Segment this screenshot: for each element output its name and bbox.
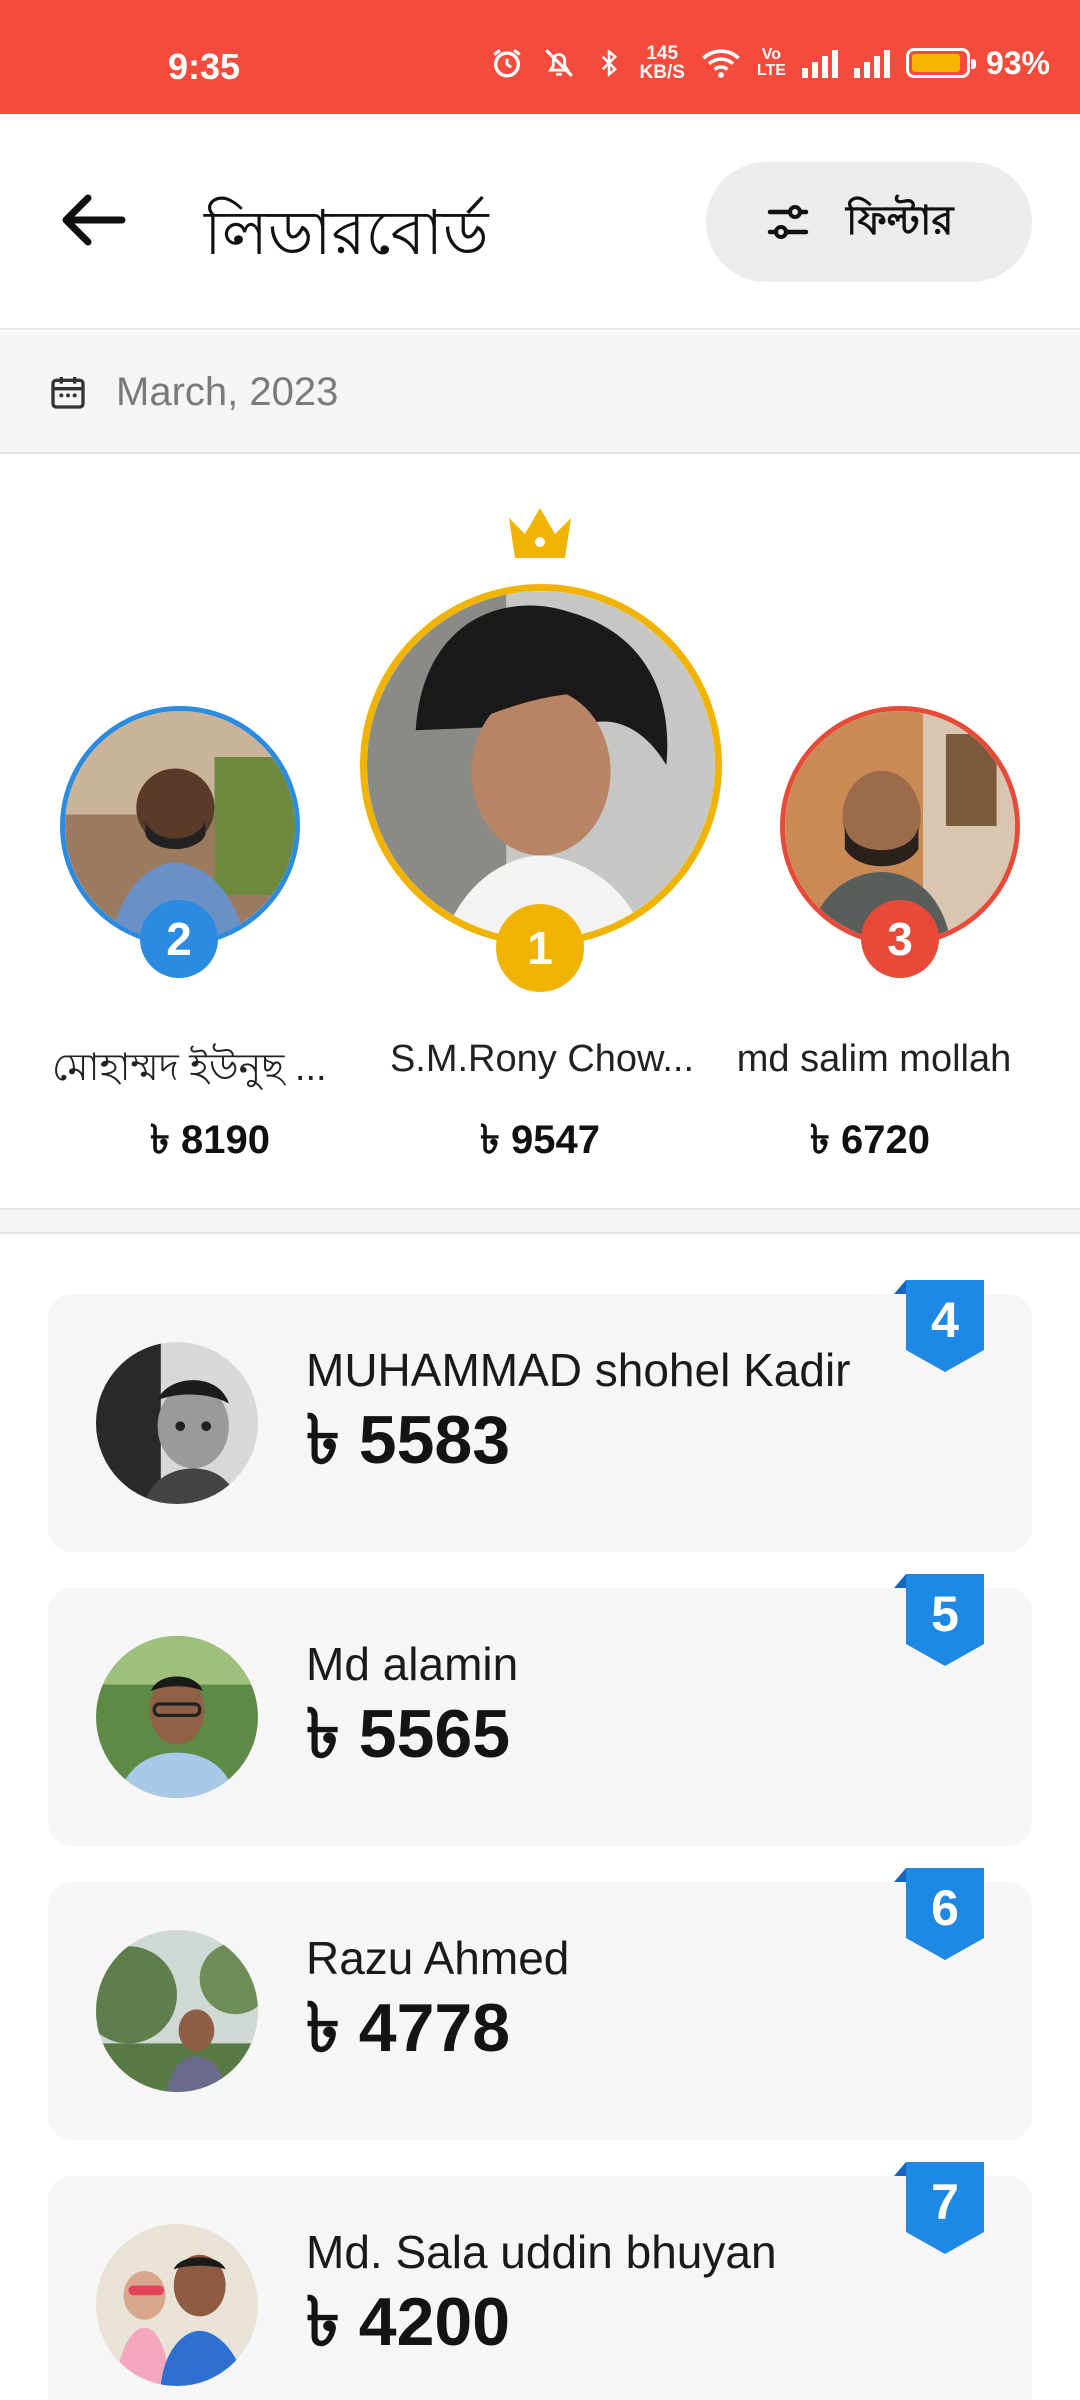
avatar-photo [96,1342,258,1504]
list-info: MUHAMMAD shohel Kadir ৳ 5583 [306,1342,866,1480]
bluetooth-icon [601,49,617,77]
rank-number: 7 [931,2174,959,2230]
rank-number: 4 [931,1292,959,1348]
sliders-icon [767,205,809,239]
app-bar: লিডারবোর্ড ফিল্টার [0,114,1080,330]
rank-ribbon: 4 [894,1280,984,1372]
wifi-icon [702,49,740,78]
crown-icon [509,508,571,558]
volte-indicator: Vo LTE [757,47,786,79]
filter-button[interactable]: ফিল্টার [706,162,1032,282]
list-score: ৳ 5583 [306,1402,511,1478]
rank-ribbon: 5 [894,1574,984,1666]
rank-badge: 1 [496,904,584,992]
signal-icon [801,48,838,78]
avatar [96,2224,258,2386]
podium-score: ৳ 8190 [149,1118,271,1162]
podium-score: ৳ 9547 [479,1118,601,1162]
status-bar: 9:35 145 KB/S Vo LTE 93% [0,0,1080,114]
podium-name: S.M.Rony Chow... [389,1038,695,1080]
list-name: MUHAMMAD shohel Kadir [306,1344,851,1396]
arrow-left-icon [62,194,126,246]
volte-bottom: LTE [756,62,786,79]
list-item[interactable]: Razu Ahmed ৳ 4778 6 [48,1868,1032,2140]
status-time: 9:35 [168,46,241,87]
list-score: ৳ 5565 [306,1696,511,1772]
alarm-icon [492,49,521,78]
avatar [96,1930,258,2092]
signal-icon [853,48,890,78]
list-name: Md. Sala uddin bhuyan [306,2226,777,2278]
back-button[interactable] [54,180,134,260]
status-icons: 145 KB/S Vo LTE 93% [490,44,1050,82]
avatar-photo [96,1636,258,1798]
filter-label: ফিল্টার [846,198,954,243]
list-score: ৳ 4778 [306,1990,511,2066]
podium-score: ৳ 6720 [809,1118,931,1162]
battery-percent: 93% [985,44,1050,81]
list-info: Md alamin ৳ 5565 [306,1636,866,1774]
rank-ribbon: 7 [894,2162,984,2254]
avatar [96,1342,258,1504]
list-name: Razu Ahmed [306,1932,570,1984]
avatar-photo [96,1930,258,2092]
date-text: March, 2023 [116,369,339,414]
list-name: Md alamin [306,1638,519,1690]
list-item[interactable]: Md. Sala uddin bhuyan ৳ 4200 7 [48,2162,1032,2400]
podium-name: মোহাম্মদ ইউনুছ ... [52,1047,327,1089]
list-info: Md. Sala uddin bhuyan ৳ 4200 [306,2224,866,2362]
rank-ribbon: 6 [894,1868,984,1960]
rank-badge: 3 [861,900,939,978]
list-info: Razu Ahmed ৳ 4778 [306,1930,866,2068]
avatar [96,1636,258,1798]
volte-top: Vo [761,46,782,63]
list-item[interactable]: MUHAMMAD shohel Kadir ৳ 5583 4 [48,1280,1032,1552]
network-speed: 145 KB/S [640,44,685,82]
network-speed-value: 145 [646,43,679,64]
podium-name: md salim mollah [736,1038,1012,1080]
network-speed-unit: KB/S [639,62,685,83]
avatar-photo [367,591,715,939]
rank-number: 5 [931,1586,959,1642]
page-title: লিডারবোর্ড [204,199,489,268]
battery-icon [905,48,976,78]
rank-badge: 2 [140,900,218,978]
calendar-icon [51,377,85,409]
list-score: ৳ 4200 [306,2284,511,2360]
mute-icon [544,49,573,77]
date-selector[interactable]: March, 2023 [0,332,1080,454]
section-divider [0,1208,1080,1234]
rank-number: 6 [931,1880,959,1936]
avatar-photo [96,2224,258,2386]
battery-fill [911,54,961,72]
podium: 2 মোহাম্মদ ইউনুছ ... ৳ 8190 1 S.M.Rony C… [0,456,1080,1208]
avatar [360,584,722,946]
list-item[interactable]: Md alamin ৳ 5565 5 [48,1574,1032,1846]
